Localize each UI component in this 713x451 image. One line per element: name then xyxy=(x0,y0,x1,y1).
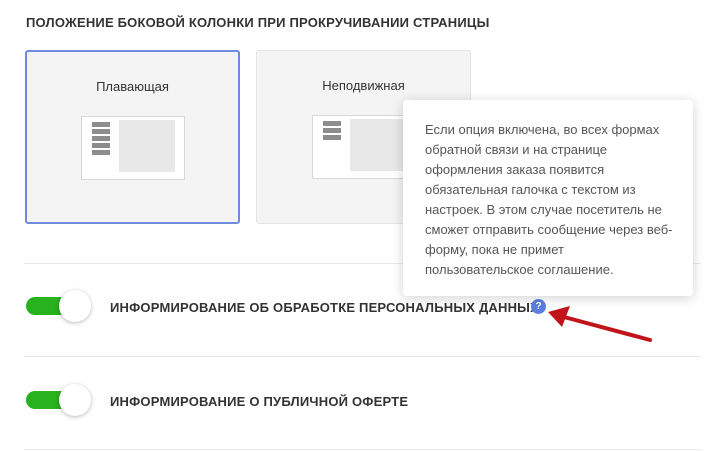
card-label: Плавающая xyxy=(96,79,169,94)
divider xyxy=(24,449,701,450)
section-title: Положение боковой колонки при прокручива… xyxy=(26,15,490,30)
sidebar-preview-icon xyxy=(323,121,341,142)
public-offer-label: Информирование о публичной оферте xyxy=(110,394,409,409)
toggle-knob[interactable] xyxy=(59,384,91,416)
content-preview xyxy=(350,119,406,171)
sidebar-mode-floating-card[interactable]: Плавающая xyxy=(25,50,240,224)
pointer-arrow-icon xyxy=(548,306,652,342)
layout-preview xyxy=(312,115,416,179)
tooltip-text: Если опция включена, во всех формах обра… xyxy=(425,122,673,277)
layout-preview xyxy=(81,116,185,180)
card-label: Неподвижная xyxy=(322,78,405,93)
personal-data-label: Информирование об обработке персональных… xyxy=(110,300,539,315)
content-preview xyxy=(119,120,175,172)
sidebar-preview-icon xyxy=(92,122,110,157)
divider xyxy=(24,356,701,357)
help-tooltip: Если опция включена, во всех формах обра… xyxy=(403,100,693,296)
public-offer-toggle[interactable] xyxy=(26,384,91,416)
toggle-knob[interactable] xyxy=(59,290,91,322)
personal-data-toggle[interactable] xyxy=(26,290,91,322)
